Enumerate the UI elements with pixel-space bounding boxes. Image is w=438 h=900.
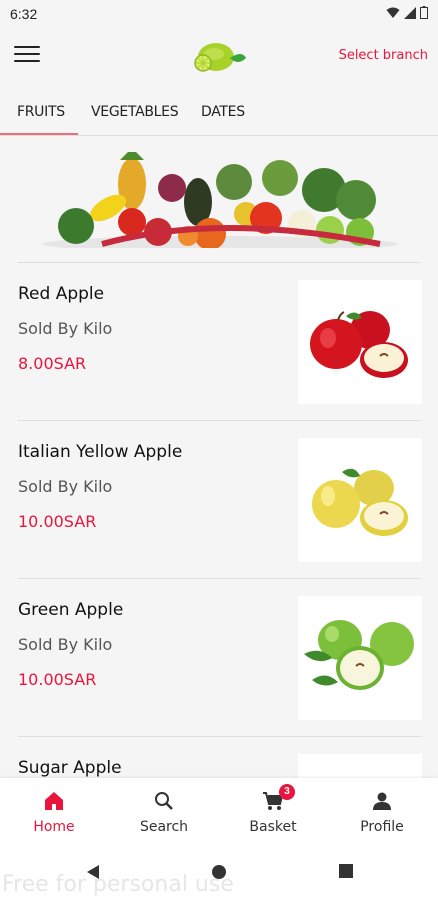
nav-search[interactable]: Search xyxy=(124,790,204,835)
product-item[interactable]: Italian Yellow Apple Sold By Kilo 10.00S… xyxy=(0,422,438,580)
produce-banner-image xyxy=(42,152,398,248)
product-item[interactable]: Red Apple Sold By Kilo 8.00SAR xyxy=(0,264,438,422)
product-name: Green Apple xyxy=(18,600,124,620)
list-divider xyxy=(18,420,421,421)
bottom-navigation: Home Search 3 Basket Profile xyxy=(0,778,438,846)
tab-fruits[interactable]: FRUITS xyxy=(17,104,65,120)
basket-count-badge: 3 xyxy=(279,784,295,800)
nav-basket-label: Basket xyxy=(249,819,297,835)
product-price: 8.00SAR xyxy=(18,354,87,373)
product-unit: Sold By Kilo xyxy=(18,319,113,338)
app-bar: Select branch xyxy=(0,28,438,86)
signal-icon xyxy=(404,6,416,19)
product-name: Italian Yellow Apple xyxy=(18,442,183,462)
status-icons xyxy=(386,6,428,19)
battery-icon xyxy=(420,6,428,19)
tab-vegetables[interactable]: VEGETABLES xyxy=(91,104,179,120)
nav-basket[interactable]: 3 Basket xyxy=(233,784,313,835)
wifi-icon xyxy=(386,7,400,18)
product-price: 10.00SAR xyxy=(18,670,97,689)
recents-icon[interactable] xyxy=(339,864,353,878)
watermark-text: Free for personal use xyxy=(2,872,234,897)
nav-home[interactable]: Home xyxy=(14,790,94,835)
green-apple-image xyxy=(298,596,422,720)
nav-home-label: Home xyxy=(33,819,75,835)
tab-dates[interactable]: DATES xyxy=(201,104,245,120)
product-name: Red Apple xyxy=(18,284,105,304)
product-name: Sugar Apple xyxy=(18,758,122,778)
nav-search-label: Search xyxy=(139,819,189,835)
yellow-apple-image xyxy=(298,438,422,562)
home-icon xyxy=(45,792,63,810)
list-divider xyxy=(18,578,421,579)
status-time: 6:32 xyxy=(10,6,38,22)
list-divider xyxy=(18,262,421,263)
product-item[interactable]: Green Apple Sold By Kilo 10.00SAR xyxy=(0,580,438,738)
product-unit: Sold By Kilo xyxy=(18,477,113,496)
search-icon xyxy=(155,792,173,810)
profile-icon xyxy=(373,792,391,810)
select-branch-link[interactable]: Select branch xyxy=(339,48,428,63)
nav-profile-label: Profile xyxy=(360,819,404,835)
logo-lemon-icon xyxy=(194,43,246,72)
list-divider xyxy=(18,736,421,737)
status-bar: 6:32 xyxy=(0,0,438,28)
nav-profile[interactable]: Profile xyxy=(342,790,422,835)
product-price: 10.00SAR xyxy=(18,512,97,531)
red-apple-image xyxy=(298,280,422,404)
menu-icon[interactable] xyxy=(14,46,40,66)
product-unit: Sold By Kilo xyxy=(18,635,113,654)
tab-active-indicator xyxy=(0,133,78,135)
category-tabs: FRUITS VEGETABLES DATES xyxy=(0,88,438,136)
sugar-apple-image xyxy=(298,754,422,778)
product-item[interactable]: Sugar Apple xyxy=(0,738,438,778)
